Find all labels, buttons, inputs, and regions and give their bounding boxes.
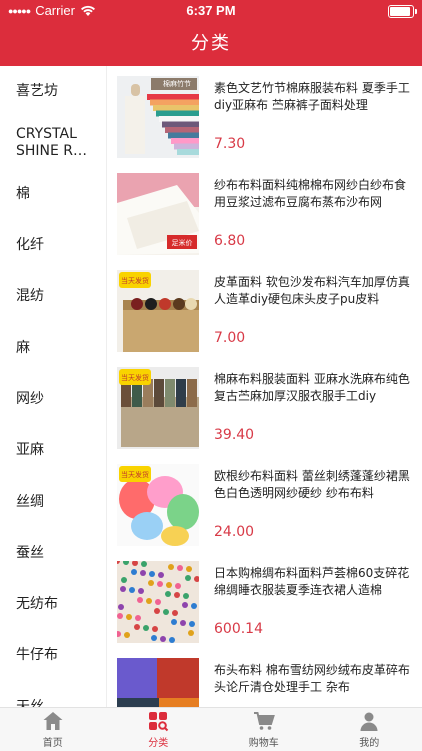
category-label: 牛仔布 — [16, 647, 58, 664]
category-item[interactable]: 牛仔布 — [0, 630, 106, 681]
product-item[interactable]: 布头布料 棉布雪纺网纱绒布皮革碎布头论斤清仓处理手工 杂布 — [107, 648, 422, 707]
category-label: 蚕丝 — [16, 545, 44, 562]
product-item[interactable]: 当天发货 皮革面料 软包沙发布料汽车加厚仿真人造革diy硬包床头皮子pu皮料 7.0… — [107, 260, 422, 357]
product-thumbnail — [117, 561, 199, 643]
status-bar: ●●●●● Carrier 6:37 PM — [0, 0, 422, 22]
category-item[interactable]: 蚕丝 — [0, 528, 106, 579]
category-icon — [147, 710, 169, 732]
product-title[interactable]: 布头布料 棉布雪纺网纱绒布皮革碎布头论斤清仓处理手工 杂布 — [214, 662, 410, 696]
product-image-label: 棉麻竹节 — [163, 79, 191, 88]
category-label: 网纱 — [16, 391, 44, 408]
tab-category-label: 分类 — [148, 734, 168, 749]
product-item[interactable]: 日本购棉绸布料面料芦荟棉60支碎花绵绸睡衣服装夏季连衣裙人造棉 600.14 — [107, 551, 422, 648]
category-label: 化纤 — [16, 237, 44, 254]
product-price: 24.00 — [214, 524, 254, 540]
product-price: 7.00 — [214, 330, 245, 346]
product-title[interactable]: 棉麻布料服装面料 亚麻水洗麻布纯色复古苎麻加厚汉服衣服手工diy — [214, 371, 410, 405]
page-title: 分类 — [0, 22, 422, 66]
category-item[interactable]: 无纺布 — [0, 579, 106, 630]
category-label: 喜艺坊 — [16, 83, 58, 100]
category-label: 棉 — [16, 186, 30, 203]
category-sidebar: 喜艺坊 CRYSTAL SHINE R… 棉化纤混纺麻网纱亚麻丝绸蚕丝无纺布牛仔布天… — [0, 66, 107, 707]
category-item[interactable]: 化纤 — [0, 220, 106, 271]
person-icon — [358, 710, 380, 732]
category-item[interactable]: 网纱 — [0, 374, 106, 425]
product-image[interactable] — [117, 658, 199, 707]
category-item[interactable]: 混纺 — [0, 271, 106, 322]
product-image[interactable]: 足米价 — [117, 173, 199, 255]
product-image[interactable]: 当天发货 — [117, 464, 199, 546]
product-thumbnail — [117, 658, 199, 707]
product-price: 6.80 — [214, 233, 245, 249]
category-label: 丝绸 — [16, 494, 44, 511]
product-price: 600.14 — [214, 621, 263, 637]
product-title[interactable]: 纱布布料面料纯棉棉布网纱白纱布食用豆浆过滤布豆腐布蒸布沙布网 — [214, 177, 410, 211]
category-label: 亚麻 — [16, 442, 44, 459]
tab-category[interactable]: 分类 — [106, 708, 212, 751]
product-thumbnail: 当天发货 — [117, 464, 199, 546]
category-item[interactable]: 棉 — [0, 169, 106, 220]
tab-cart[interactable]: 购物车 — [211, 708, 317, 751]
product-title[interactable]: 欧根纱布料面料 蕾丝刺绣蓬蓬纱裙黑色白色透明网纱硬纱 纱布布料 — [214, 468, 410, 502]
product-image[interactable]: 当天发货 — [117, 367, 199, 449]
cart-icon — [253, 710, 275, 732]
category-label: 麻 — [16, 340, 30, 357]
product-image-label: 足米价 — [172, 238, 193, 247]
category-label: 混纺 — [16, 288, 44, 305]
category-item[interactable]: 喜艺坊 — [0, 66, 106, 117]
category-item[interactable]: 亚麻 — [0, 425, 106, 476]
product-image-label: 当天发货 — [121, 276, 149, 285]
tab-profile-label: 我的 — [359, 734, 379, 749]
tab-bar: 首页 分类 购物车 我的 — [0, 707, 422, 751]
product-thumbnail: 棉麻竹节 — [117, 76, 199, 158]
product-price: 39.40 — [214, 427, 254, 443]
product-item[interactable]: 当天发货 欧根纱布料面料 蕾丝刺绣蓬蓬纱裙黑色白色透明网纱硬纱 纱布布料 24.00 — [107, 454, 422, 551]
product-thumbnail: 足米价 — [117, 173, 199, 255]
tab-home-label: 首页 — [43, 734, 63, 749]
category-item[interactable]: 天丝 — [0, 682, 106, 707]
category-item[interactable]: CRYSTAL SHINE R… — [0, 117, 106, 168]
category-label: CRYSTAL SHINE R… — [16, 126, 90, 160]
home-icon — [42, 710, 64, 732]
category-item[interactable]: 麻 — [0, 322, 106, 373]
product-list: 棉麻竹节 素色文艺竹节棉麻服装布料 夏季手工diy亚麻布 苎麻裤子面料处理 7.30… — [107, 66, 422, 707]
product-title[interactable]: 日本购棉绸布料面料芦荟棉60支碎花绵绸睡衣服装夏季连衣裙人造棉 — [214, 565, 410, 599]
product-image[interactable] — [117, 561, 199, 643]
product-image-label: 当天发货 — [121, 470, 149, 479]
product-image[interactable]: 棉麻竹节 — [117, 76, 199, 158]
battery-icon — [388, 5, 414, 18]
product-item[interactable]: 棉麻竹节 素色文艺竹节棉麻服装布料 夏季手工diy亚麻布 苎麻裤子面料处理 7.30 — [107, 66, 422, 163]
product-image-label: 当天发货 — [121, 373, 149, 382]
product-price: 7.30 — [214, 136, 245, 152]
product-thumbnail: 当天发货 — [117, 367, 199, 449]
product-thumbnail: 当天发货 — [117, 270, 199, 352]
product-title[interactable]: 皮革面料 软包沙发布料汽车加厚仿真人造革diy硬包床头皮子pu皮料 — [214, 274, 410, 308]
category-item[interactable]: 丝绸 — [0, 476, 106, 527]
tab-home[interactable]: 首页 — [0, 708, 106, 751]
status-time: 6:37 PM — [0, 3, 422, 18]
category-label: 天丝 — [16, 699, 44, 707]
product-item[interactable]: 足米价 纱布布料面料纯棉棉布网纱白纱布食用豆浆过滤布豆腐布蒸布沙布网 6.80 — [107, 163, 422, 260]
product-image[interactable]: 当天发货 — [117, 270, 199, 352]
product-item[interactable]: 当天发货 棉麻布料服装面料 亚麻水洗麻布纯色复古苎麻加厚汉服衣服手工diy 39.4… — [107, 357, 422, 454]
battery-fill — [390, 7, 410, 16]
product-title[interactable]: 素色文艺竹节棉麻服装布料 夏季手工diy亚麻布 苎麻裤子面料处理 — [214, 80, 410, 114]
tab-cart-label: 购物车 — [249, 734, 279, 749]
category-label: 无纺布 — [16, 596, 58, 613]
tab-profile[interactable]: 我的 — [317, 708, 422, 751]
